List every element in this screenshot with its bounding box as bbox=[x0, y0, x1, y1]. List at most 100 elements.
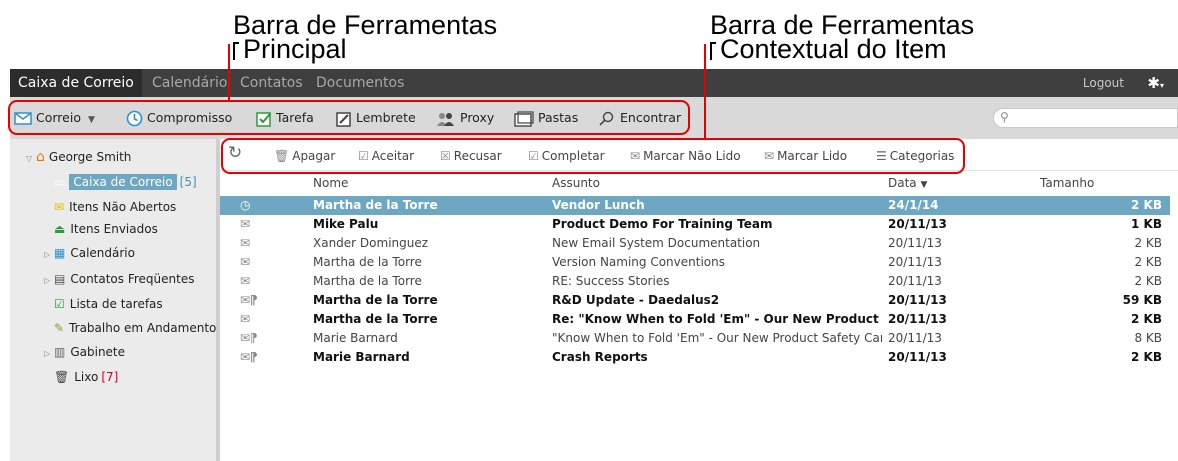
folder-work-in-progress[interactable]: ✎ Trabalho em Andamento bbox=[54, 318, 216, 338]
folders-label: Pastas bbox=[538, 110, 579, 125]
table-row[interactable]: ✉⁋ Marie Barnard "Know When to Fold 'Em" -… bbox=[220, 329, 1170, 348]
logout-link[interactable]: Logout bbox=[1083, 69, 1124, 97]
folder-cabinet[interactable]: ▷ ▥ Gabinete bbox=[44, 342, 125, 362]
callout-context-toolbar: Barra de Ferramentas Contextual do Item bbox=[710, 12, 974, 63]
folder-label: Caixa de Correio bbox=[69, 174, 177, 190]
tab-calendar[interactable]: Calendário bbox=[144, 69, 235, 97]
tasklist-icon: ☑ bbox=[54, 297, 65, 311]
size-cell: 2 KB bbox=[1134, 274, 1162, 288]
sender-cell: Martha de la Torre bbox=[313, 312, 438, 326]
table-row[interactable]: ✉ Martha de la Torre Re: "Know When to Fol… bbox=[220, 310, 1170, 329]
account-node[interactable]: ▽ ⌂ George Smith bbox=[26, 147, 131, 167]
new-task-button[interactable]: Tarefa bbox=[256, 108, 314, 128]
clock-icon bbox=[126, 110, 143, 127]
accept-button[interactable]: ☑ Aceitar bbox=[358, 147, 414, 165]
search-input[interactable] bbox=[1018, 111, 1168, 125]
expand-icon[interactable]: ▷ bbox=[44, 344, 54, 364]
trash-icon: 🗑︎ bbox=[274, 149, 290, 163]
mark-read-button[interactable]: ✉ Marcar Lido bbox=[764, 147, 847, 165]
column-header-from[interactable]: Nome bbox=[313, 176, 348, 190]
folder-trash[interactable]: 🗑︎ Lixo [7] bbox=[54, 367, 118, 387]
column-header-subject[interactable]: Assunto bbox=[552, 176, 600, 190]
proxy-button[interactable]: Proxy bbox=[436, 108, 494, 128]
unread-count: [5] bbox=[179, 175, 197, 189]
calendar-icon: ▦ bbox=[54, 246, 66, 260]
opened-envelope-icon: ✉ bbox=[240, 236, 251, 250]
new-mail-button[interactable]: Correio ▼ bbox=[14, 108, 95, 128]
account-name: George Smith bbox=[48, 150, 132, 164]
table-row[interactable]: ✉ Martha de la Torre RE: Success Stories 20… bbox=[220, 272, 1170, 291]
chevron-down-icon[interactable]: ▼ bbox=[88, 115, 95, 125]
expand-icon[interactable]: ▷ bbox=[44, 245, 54, 265]
date-cell: 20/11/13 bbox=[888, 312, 947, 326]
cabinet-icon: ▥ bbox=[54, 345, 66, 359]
table-row[interactable]: ✉ Mike Palu Product Demo For Training Team… bbox=[220, 215, 1170, 234]
folder-calendar[interactable]: ▷ ▦ Calendário bbox=[44, 243, 135, 263]
folder-sent[interactable]: ⏏ Itens Enviados bbox=[54, 219, 158, 239]
subject-cell: Product Demo For Training Team bbox=[552, 217, 773, 231]
refresh-icon[interactable]: ↻ bbox=[228, 144, 242, 162]
closed-envelope-icon: ✉ bbox=[630, 149, 641, 163]
folder-label: Itens Enviados bbox=[70, 222, 158, 236]
subject-cell: "Know When to Fold 'Em" - Our New Produc… bbox=[552, 331, 882, 345]
callout-main-toolbar: Barra de Ferramentas Principal bbox=[233, 12, 497, 64]
folders-button[interactable]: Pastas bbox=[514, 108, 578, 128]
gear-icon[interactable]: ✱▾ bbox=[1147, 74, 1164, 92]
checkbox-icon bbox=[256, 111, 271, 127]
sender-cell: Martha de la Torre bbox=[313, 255, 422, 269]
folder-label: Trabalho em Andamento bbox=[69, 321, 216, 335]
envelope-icon: ✉ bbox=[240, 217, 251, 231]
table-row[interactable]: ◷ Martha de la Torre Vendor Lunch 24/1/14 2 … bbox=[220, 196, 1170, 215]
folder-label: Itens Não Abertos bbox=[69, 200, 177, 214]
table-row[interactable]: ✉ Xander Dominguez New Email System Docume… bbox=[220, 234, 1170, 253]
trash-count: [7] bbox=[101, 370, 119, 384]
categories-list-icon: ☰ bbox=[876, 149, 887, 163]
folder-mailbox[interactable]: ▭ Caixa de Correio [5] bbox=[54, 172, 197, 192]
tab-contacts[interactable]: Contatos bbox=[232, 69, 311, 97]
mark-unread-button[interactable]: ✉ Marcar Não Lido bbox=[630, 147, 741, 165]
folder-contacts[interactable]: ▷ ▤ Contatos Freqüentes bbox=[44, 269, 194, 289]
trash-icon: 🗑︎ bbox=[54, 370, 70, 384]
table-row[interactable]: ✉ Martha de la Torre Version Naming Conven… bbox=[220, 253, 1170, 272]
accept-check-icon: ☑ bbox=[358, 149, 369, 163]
date-cell: 24/1/14 bbox=[888, 198, 939, 212]
folder-label: Lista de tarefas bbox=[69, 297, 163, 311]
subject-cell: Re: "Know When to Fold 'Em" - Our New Pr… bbox=[552, 312, 882, 326]
envelope-attachment-icon: ✉⁋ bbox=[240, 350, 258, 364]
collapse-icon[interactable]: ▽ bbox=[26, 149, 36, 169]
date-cell: 20/11/13 bbox=[888, 331, 942, 345]
folder-label: Lixo bbox=[74, 370, 99, 384]
subject-cell: Vendor Lunch bbox=[552, 198, 645, 212]
callout-main-line2-wrap: Principal bbox=[233, 34, 497, 64]
folder-label: Contatos Freqüentes bbox=[70, 272, 195, 286]
sender-cell: Martha de la Torre bbox=[313, 274, 422, 288]
table-row[interactable]: ✉⁋ Martha de la Torre R&D Update - Daedalu… bbox=[220, 291, 1170, 310]
tab-documents[interactable]: Documentos bbox=[308, 69, 412, 97]
main-toolbar-connector bbox=[228, 44, 230, 101]
delete-button[interactable]: 🗑︎ Apagar bbox=[274, 147, 335, 165]
new-reminder-button[interactable]: Lembrete bbox=[336, 108, 416, 128]
tab-mailbox[interactable]: Caixa de Correio bbox=[10, 69, 142, 97]
sender-cell: Marie Barnard bbox=[313, 331, 398, 345]
column-header-date[interactable]: Data ▼ bbox=[888, 176, 927, 190]
callout-main-line2: Principal bbox=[243, 34, 347, 64]
size-cell: 2 KB bbox=[1131, 350, 1162, 364]
search-box[interactable]: ⚲ bbox=[993, 108, 1178, 128]
table-row[interactable]: ✉⁋ Marie Barnard Crash Reports 20/11/13 2 KB bbox=[220, 348, 1170, 367]
sender-cell: Mike Palu bbox=[313, 217, 379, 231]
find-icon bbox=[599, 111, 614, 126]
expand-icon[interactable]: ▷ bbox=[44, 271, 54, 291]
column-header-size[interactable]: Tamanho bbox=[1040, 176, 1094, 190]
size-cell: 1 KB bbox=[1131, 217, 1162, 231]
home-icon: ⌂ bbox=[36, 149, 45, 165]
decline-button[interactable]: ☒ Recusar bbox=[440, 147, 502, 165]
find-button[interactable]: Encontrar bbox=[598, 108, 681, 128]
new-appointment-button[interactable]: Compromisso bbox=[126, 108, 232, 128]
categories-button[interactable]: ☰ Categorias bbox=[876, 147, 954, 165]
folder-unopened[interactable]: ✉ Itens Não Abertos bbox=[54, 197, 176, 217]
folder-tasklist[interactable]: ☑ Lista de tarefas bbox=[54, 294, 163, 314]
folder-label: Gabinete bbox=[70, 345, 126, 359]
date-cell: 20/11/13 bbox=[888, 274, 942, 288]
complete-button[interactable]: ☑ Completar bbox=[528, 147, 605, 165]
subject-cell: R&D Update - Daedalus2 bbox=[552, 293, 720, 307]
